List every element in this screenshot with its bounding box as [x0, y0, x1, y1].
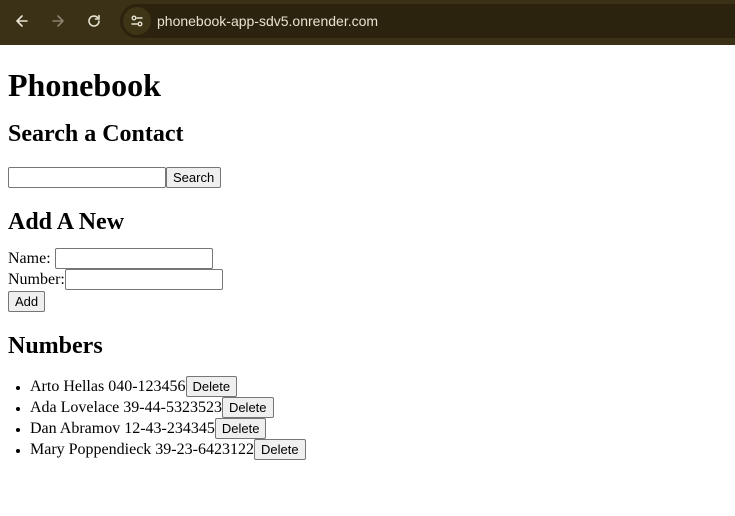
reload-icon	[88, 14, 100, 27]
list-item: Dan Abramov 12-43-234345Delete	[30, 418, 727, 439]
url-text[interactable]: phonebook-app-sdv5.onrender.com	[157, 13, 378, 29]
add-row: Add	[8, 291, 727, 312]
list-item: Ada Lovelace 39-44-5323523Delete	[30, 397, 727, 418]
address-bar[interactable]: phonebook-app-sdv5.onrender.com	[120, 4, 735, 38]
delete-button[interactable]: Delete	[214, 418, 267, 439]
page-content: Phonebook Search a Contact Search Add A …	[0, 67, 735, 460]
tune-icon	[131, 15, 143, 27]
search-row: Search	[8, 167, 727, 188]
name-label: Name:	[8, 250, 51, 267]
contact-text: Ada Lovelace 39-44-5323523	[30, 399, 222, 416]
name-row: Name:	[8, 248, 727, 269]
add-heading: Add A New	[8, 209, 125, 235]
site-info-button[interactable]	[123, 7, 151, 35]
contact-text: Dan Abramov 12-43-234345	[30, 420, 215, 437]
back-button[interactable]	[8, 7, 36, 35]
search-input[interactable]	[8, 167, 166, 188]
number-row: Number:	[8, 269, 727, 290]
arrow-right-icon	[52, 15, 64, 27]
delete-button[interactable]: Delete	[253, 439, 306, 460]
list-item: Mary Poppendieck 39-23-6423122Delete	[30, 439, 727, 460]
number-input[interactable]	[64, 269, 223, 290]
numbers-heading: Numbers	[8, 333, 103, 359]
arrow-left-icon	[16, 15, 28, 27]
contact-text: Arto Hellas 040-123456	[30, 378, 186, 395]
number-label: Number:	[8, 271, 65, 288]
contact-list: Arto Hellas 040-123456Delete Ada Lovelac…	[8, 376, 727, 460]
list-item: Arto Hellas 040-123456Delete	[30, 376, 727, 397]
add-button[interactable]: Add	[8, 291, 46, 312]
contact-text: Mary Poppendieck 39-23-6423122	[30, 441, 254, 458]
delete-button[interactable]: Delete	[185, 376, 238, 397]
page-title: Phonebook	[8, 67, 161, 103]
reload-button[interactable]	[80, 7, 108, 35]
name-input[interactable]	[54, 248, 213, 269]
search-heading: Search a Contact	[8, 121, 184, 147]
delete-button[interactable]: Delete	[221, 397, 274, 418]
browser-toolbar: phonebook-app-sdv5.onrender.com	[0, 0, 735, 45]
forward-button[interactable]	[44, 7, 72, 35]
search-button[interactable]: Search	[166, 167, 222, 188]
